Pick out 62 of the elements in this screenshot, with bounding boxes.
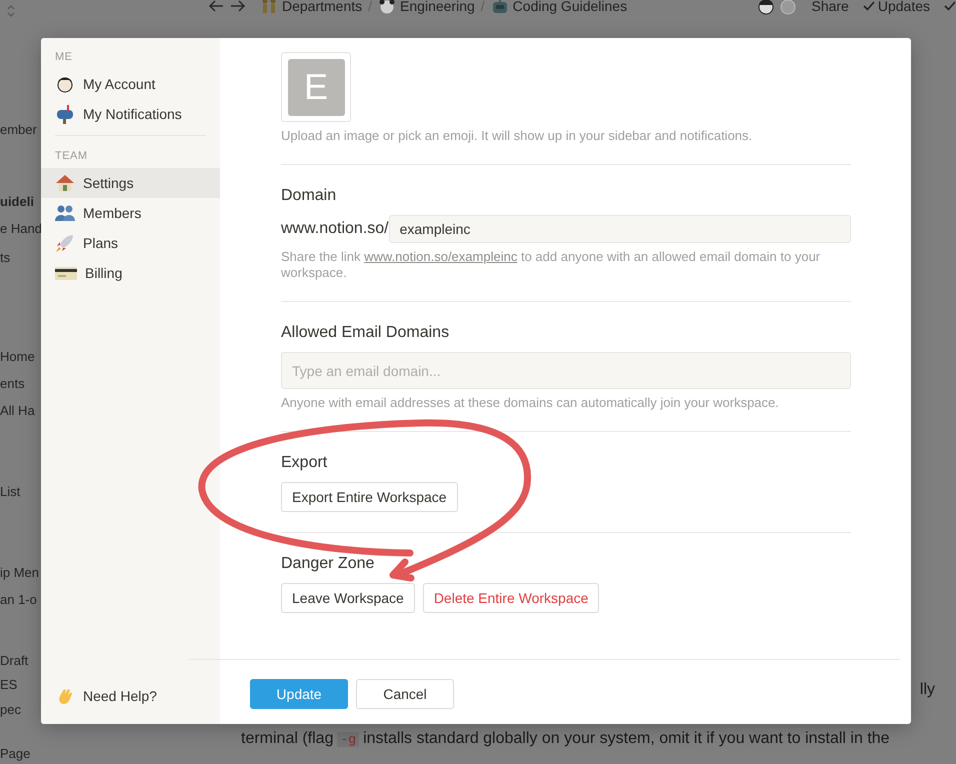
help-text: Share the link www.notion.so/exampleinc to add anyone with an allowed email domain to your workspace. (281, 249, 822, 281)
sidebar-page-link[interactable]: an 1-o (0, 592, 41, 608)
sidebar-page-link[interactable]: ES (0, 677, 41, 693)
robot-icon (490, 0, 509, 14)
paragraph-text: terminal (flag -g installs standard globally on your system, omit it if you want to install in the (241, 729, 891, 749)
breadcrumb-separator: / (480, 0, 485, 14)
sidebar-page-link[interactable]: ember (0, 122, 41, 138)
domain-link[interactable]: www.notion.so/exampleinc (364, 249, 518, 264)
sidebar-page-link[interactable]: All Ha (0, 403, 41, 419)
toolbar-link[interactable]: Updates (878, 0, 930, 14)
sidebar-page-link[interactable]: e Hand (0, 221, 41, 237)
settings-menu-item[interactable]: My Account (41, 69, 220, 99)
action-button[interactable]: Leave Workspace (281, 583, 415, 613)
figures-icon (260, 0, 278, 14)
breadcrumb-link[interactable]: Engineering (400, 0, 475, 14)
rocket-icon (55, 233, 75, 253)
check-icon (862, 1, 875, 11)
section-heading: ME (54, 51, 74, 63)
cancel-button[interactable]: Cancel (356, 679, 454, 709)
domain-prefix: www.notion.so/ (281, 220, 389, 238)
section-title: Export (281, 454, 328, 472)
section-heading: TEAM (54, 150, 89, 162)
breadcrumb-link[interactable]: Departments (282, 0, 362, 14)
breadcrumb-separator: / (368, 0, 372, 14)
people-icon (55, 203, 75, 223)
settings-menu-item[interactable]: Settings (41, 168, 220, 198)
section-title: Domain (281, 187, 338, 205)
workspace-icon-picker[interactable]: E (281, 52, 351, 122)
sidebar-page-link[interactable]: List (0, 484, 41, 500)
domain-field[interactable]: exampleinc (388, 215, 851, 243)
settings-menu-item[interactable]: Billing (41, 258, 220, 288)
check-icon (944, 1, 956, 11)
sidebar-page-link[interactable]: Draft (0, 653, 41, 669)
help-text: Upload an image or pick an emoji. It will show up in your sidebar and notifications. (281, 128, 754, 144)
action-button[interactable]: Export Entire Workspace (281, 482, 458, 512)
mailbox-icon (55, 104, 75, 124)
primary-button[interactable]: Update (250, 679, 348, 709)
panda-icon (378, 0, 396, 14)
sidebar-page-link[interactable]: ts (0, 250, 41, 266)
settings-menu-item[interactable]: My Notifications (41, 99, 220, 129)
sidebar-page-link[interactable]: Home (0, 349, 41, 365)
sidebar-page-link[interactable]: uideli (0, 194, 41, 210)
email-domain-field[interactable]: Type an email domain... (281, 352, 851, 389)
section-title: Danger Zone (281, 555, 376, 573)
forward-arrow-icon[interactable] (230, 0, 246, 13)
help-text: Anyone with email addresses at these domains can automatically join your workspace. (281, 395, 780, 411)
help-link[interactable]: Need Help? (41, 681, 220, 711)
section-title: Allowed Email Domains (281, 324, 450, 342)
back-arrow-icon[interactable] (208, 0, 224, 13)
settings-menu-item[interactable]: Plans (41, 228, 220, 258)
settings-menu-item[interactable]: Members (41, 198, 220, 228)
delete-workspace-button[interactable]: Delete Entire Workspace (422, 583, 600, 613)
avatar-icon (779, 0, 798, 15)
sidebar-page-link[interactable]: Page (0, 746, 41, 762)
sidebar-page-link[interactable]: ents (0, 376, 41, 392)
breadcrumb-link[interactable]: Coding Guidelines (512, 0, 628, 14)
toolbar-link[interactable]: Share (811, 0, 849, 14)
sidebar-page-link[interactable]: ip Men (0, 565, 41, 581)
chevron-icon (7, 5, 15, 17)
sidebar-page-link[interactable]: pec (0, 702, 41, 718)
house-icon (55, 173, 75, 193)
paragraph-text: lly (920, 680, 935, 700)
